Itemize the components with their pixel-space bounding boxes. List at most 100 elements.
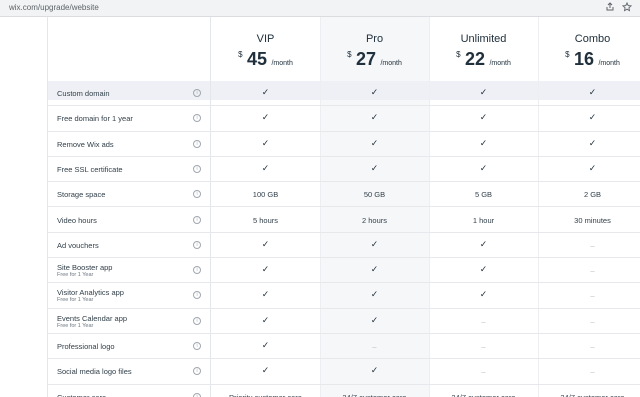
check-icon: ✓ — [479, 87, 488, 97]
plan-header-unlimited: Unlimited $ 22 /month — [429, 17, 538, 81]
dash-icon: – — [590, 240, 595, 250]
feature-row: Custom domain i ✓ ✓ ✓ ✓ — [48, 81, 640, 107]
plan-header-combo: Combo $ 16 /month — [538, 17, 640, 81]
feature-label: Free domain for 1 year — [57, 114, 133, 124]
price-amount: 16 — [574, 49, 595, 69]
price-period: /month — [489, 60, 511, 67]
info-icon[interactable]: i — [193, 291, 201, 300]
price-amount: 45 — [247, 49, 268, 69]
feature-row: Free SSL certificate i ✓ ✓ ✓ ✓ — [48, 157, 640, 183]
feature-value: 50 GB — [363, 190, 386, 200]
feature-row: Professional logo i ✓ – – – — [48, 334, 640, 360]
check-icon: ✓ — [261, 87, 270, 97]
info-icon[interactable]: i — [193, 89, 201, 97]
dash-icon: – — [481, 316, 486, 326]
plan-price: $ 22 /month — [429, 49, 538, 70]
plan-price: $ 16 /month — [538, 49, 640, 70]
feature-label: Professional logo — [57, 342, 115, 351]
feature-value: Priority customer care — [211, 393, 320, 397]
feature-value: 2 GB — [583, 190, 602, 200]
price-currency: $ — [456, 50, 461, 59]
info-icon[interactable]: i — [193, 392, 201, 397]
dash-icon: – — [372, 342, 377, 351]
check-icon: ✓ — [261, 289, 270, 300]
star-icon[interactable] — [621, 1, 633, 14]
info-icon[interactable]: i — [193, 164, 201, 173]
info-icon[interactable]: i — [193, 240, 201, 249]
check-icon: ✓ — [479, 264, 488, 275]
feature-value: 100 GB — [252, 190, 279, 200]
url-text[interactable]: wix.com/upgrade/website — [9, 3, 99, 12]
dash-icon: – — [590, 291, 595, 301]
plan-header-pro: Pro $ 27 /month — [320, 17, 429, 81]
check-icon: ✓ — [479, 289, 488, 300]
feature-row: Free domain for 1 year i ✓ ✓ ✓ ✓ — [48, 106, 640, 132]
check-icon: ✓ — [479, 162, 488, 173]
plan-name: Unlimited — [460, 33, 507, 45]
info-icon[interactable]: i — [193, 316, 201, 325]
feature-value: 24/7 customer care — [538, 393, 640, 397]
price-currency: $ — [565, 50, 570, 59]
feature-sublabel: Free for 1 Year — [57, 297, 94, 304]
price-period: /month — [598, 60, 620, 67]
feature-row: Social media logo files i ✓ ✓ – – — [48, 359, 640, 385]
feature-value: 5 hours — [252, 215, 279, 225]
feature-row: Visitor Analytics app Free for 1 Year i ✓ ✓ ✓… — [48, 283, 640, 309]
info-icon[interactable]: i — [193, 266, 201, 275]
info-icon[interactable]: i — [193, 190, 201, 199]
plan-name: VIP — [256, 33, 275, 45]
feature-value: 2 hours — [361, 215, 388, 225]
feature-sublabel: Free for 1 Year — [57, 272, 94, 279]
check-icon: ✓ — [370, 264, 379, 275]
feature-row: Remove Wix ads i ✓ ✓ ✓ ✓ — [48, 132, 640, 157]
check-icon: ✓ — [370, 112, 379, 123]
feature-value: 24/7 customer care — [320, 393, 429, 397]
feature-label: Ad vouchers — [57, 240, 99, 250]
check-icon: ✓ — [261, 112, 270, 123]
feature-label: Social media logo files — [57, 367, 132, 377]
info-icon[interactable]: i — [193, 114, 201, 123]
check-icon: ✓ — [479, 137, 488, 148]
feature-value: 1 hour — [472, 215, 495, 225]
check-icon: ✓ — [261, 162, 270, 173]
share-icon[interactable] — [604, 2, 616, 14]
check-icon: ✓ — [479, 238, 488, 249]
dash-icon: – — [481, 367, 486, 377]
check-icon: ✓ — [370, 87, 379, 97]
check-icon: ✓ — [370, 365, 379, 376]
browser-address-bar[interactable]: wix.com/upgrade/website — [0, 0, 640, 17]
price-period: /month — [380, 60, 402, 67]
plan-header-vip: VIP $ 45 /month — [211, 17, 320, 81]
feature-label: Free SSL certificate — [57, 164, 123, 174]
feature-label: Customer care — [57, 393, 106, 397]
check-icon: ✓ — [479, 112, 488, 123]
dash-icon: – — [590, 266, 595, 276]
plan-price: $ 45 /month — [211, 49, 320, 70]
feature-label: Events Calendar app — [57, 313, 128, 323]
dash-icon: – — [590, 316, 595, 326]
feature-value: 24/7 customer care — [429, 393, 538, 397]
info-icon[interactable]: i — [193, 139, 201, 148]
check-icon: ✓ — [588, 162, 597, 173]
info-icon[interactable]: i — [193, 342, 201, 350]
check-icon: ✓ — [261, 365, 270, 376]
plan-price: $ 27 /month — [320, 49, 429, 70]
feature-label: Site Booster app — [57, 263, 113, 273]
check-icon: ✓ — [261, 137, 270, 148]
feature-row: Video hours i 5 hours 2 hours 1 hour 30 minut… — [48, 208, 640, 233]
feature-row: Site Booster app Free for 1 Year i ✓ ✓ ✓ – — [48, 258, 640, 284]
info-icon[interactable]: i — [193, 367, 201, 376]
feature-label: Storage space — [57, 190, 106, 200]
feature-label: Custom domain — [57, 89, 110, 98]
price-period: /month — [271, 60, 293, 67]
check-icon: ✓ — [261, 264, 270, 275]
check-icon: ✓ — [261, 340, 270, 350]
info-icon[interactable]: i — [193, 215, 201, 224]
feature-row: Ad vouchers i ✓ ✓ ✓ – — [48, 233, 640, 259]
check-icon: ✓ — [370, 289, 379, 300]
check-icon: ✓ — [370, 314, 379, 325]
plan-name: Combo — [574, 33, 611, 45]
check-icon: ✓ — [370, 162, 379, 173]
dash-icon: – — [590, 342, 595, 351]
feature-row: Customer careiPriority customer care24/7… — [48, 385, 640, 397]
